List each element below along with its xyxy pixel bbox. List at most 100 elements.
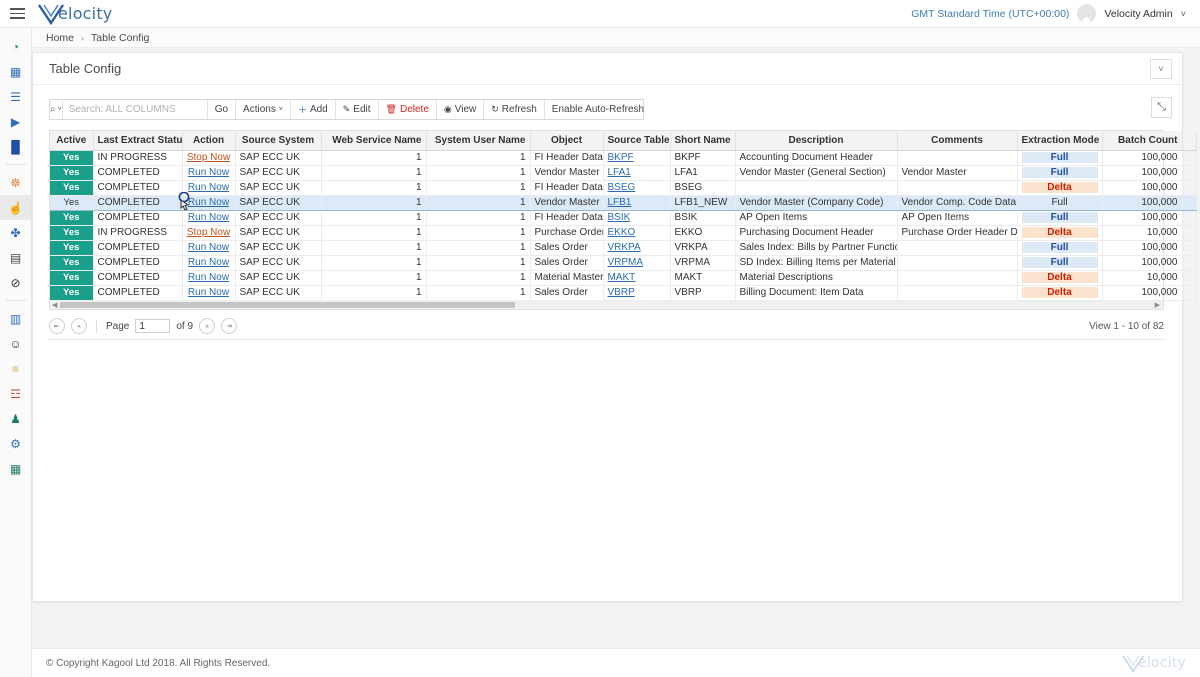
molecule-icon: ✤: [10, 225, 21, 240]
column-header-description[interactable]: Description: [735, 131, 898, 151]
user-name-label[interactable]: Velocity Admin: [1104, 8, 1172, 20]
run-now-link[interactable]: Run Now: [188, 197, 229, 208]
scroll-right-arrow-icon[interactable]: ▶: [1155, 301, 1160, 310]
cell-status: COMPLETED: [93, 210, 183, 226]
run-now-link[interactable]: Run Now: [188, 272, 229, 283]
sidebar-item-gears[interactable]: ⚙: [0, 431, 32, 456]
run-now-link[interactable]: Run Now: [188, 182, 229, 193]
sidebar-item-table-window[interactable]: ▥: [0, 306, 32, 331]
table-row[interactable]: Yes COMPLETED Run Now SAP ECC UK 1 1 Sales Ord…: [50, 255, 1197, 271]
collapse-card-button[interactable]: ˅: [1150, 58, 1172, 79]
sidebar-item-bar-chart[interactable]: █: [0, 134, 32, 159]
column-header-batch-count[interactable]: Batch Count: [1102, 131, 1183, 151]
actions-button[interactable]: Actions ˅: [235, 100, 290, 119]
chevron-down-icon[interactable]: ˅: [1181, 9, 1186, 19]
sidebar-item-grid-table[interactable]: ▦: [0, 456, 32, 481]
table-row[interactable]: Yes COMPLETED Run Now SAP ECC UK 1 1 Vendor Ma…: [50, 165, 1197, 181]
sidebar-item-users-group[interactable]: ♟: [0, 406, 32, 431]
sidebar-item-list-lines[interactable]: ≡: [0, 356, 32, 381]
source-table-link[interactable]: VRPMA: [608, 257, 644, 268]
column-header-system-user-name[interactable]: System User Name: [426, 131, 531, 151]
sidebar-item-add-user[interactable]: ☺: [0, 331, 32, 356]
table-row[interactable]: Yes COMPLETED Run Now SAP ECC UK 1 1 FI Header…: [50, 210, 1197, 226]
menu-toggle-icon[interactable]: [0, 0, 34, 28]
footer-watermark: elocity: [1121, 654, 1186, 673]
page-label: Page: [106, 320, 130, 332]
source-table-link[interactable]: LFB1: [608, 197, 632, 208]
delete-button[interactable]: 🗑 Delete: [377, 100, 436, 119]
table-row[interactable]: Yes COMPLETED Run Now SAP ECC UK 1 1 Material …: [50, 270, 1197, 286]
next-page-button[interactable]: »: [199, 318, 216, 334]
cell-short-name: VRPMA: [670, 255, 736, 271]
sidebar-item-calendar[interactable]: ▤: [0, 245, 32, 270]
go-button[interactable]: Go: [206, 100, 235, 119]
users-group-icon: ♟: [10, 411, 21, 426]
cell-active: Yes: [50, 210, 94, 226]
brand-logo[interactable]: elocity: [37, 3, 112, 25]
expand-region-button[interactable]: ⤡: [1151, 97, 1172, 118]
table-row[interactable]: Yes IN PROGRESS Stop Now SAP ECC UK 1 1 FI Hea…: [50, 150, 1197, 166]
column-header-source-system[interactable]: Source System: [235, 131, 322, 151]
column-header-extraction-mode[interactable]: Extraction Mode: [1017, 131, 1103, 151]
stop-now-link[interactable]: Stop Now: [187, 152, 230, 163]
previous-page-button[interactable]: «: [71, 318, 87, 334]
run-now-link[interactable]: Run Now: [188, 242, 229, 253]
run-now-link[interactable]: Run Now: [188, 167, 229, 178]
last-page-button[interactable]: ⇥: [221, 318, 238, 334]
source-table-link[interactable]: VBRP: [608, 287, 635, 298]
column-header-active[interactable]: Active: [50, 131, 94, 151]
sidebar-item-dashboard[interactable]: ◔: [0, 34, 32, 59]
search-input[interactable]: [62, 100, 207, 119]
page-number-input[interactable]: [135, 319, 171, 333]
scrollbar-thumb[interactable]: [60, 301, 515, 308]
refresh-button[interactable]: ↻ Refresh: [483, 100, 544, 119]
column-header-source-table[interactable]: Source Table: [603, 131, 671, 151]
sidebar-item-play[interactable]: ▶: [0, 109, 32, 134]
cell-extraction-mode: Full: [1017, 210, 1103, 226]
source-table-link[interactable]: MAKT: [608, 272, 636, 283]
sidebar-item-sliders[interactable]: ☲: [0, 381, 32, 406]
scroll-left-arrow-icon[interactable]: ◀: [52, 301, 57, 310]
table-row[interactable]: Yes COMPLETED Run Now SAP ECC UK 1 1 FI Header…: [50, 180, 1197, 196]
table-row[interactable]: Yes COMPLETED Run Now SAP ECC UK 1 1 Sales Ord…: [50, 240, 1197, 256]
edit-button[interactable]: ✎ Edit: [334, 100, 378, 119]
column-header-object[interactable]: Object: [530, 131, 604, 151]
add-button[interactable]: ＋ Add: [289, 100, 335, 119]
column-header-action[interactable]: Action: [182, 131, 236, 151]
sidebar-item-server-stack[interactable]: ☰: [0, 84, 32, 109]
sidebar-item-molecule[interactable]: ✤: [0, 220, 32, 245]
horizontal-scrollbar[interactable]: ◀ ▶: [49, 300, 1164, 310]
view-button[interactable]: ◉ View: [435, 100, 483, 119]
cell-source-system: SAP ECC UK: [235, 150, 322, 166]
sidebar-item-share-nodes[interactable]: ☸: [0, 170, 32, 195]
run-now-link[interactable]: Run Now: [188, 212, 229, 223]
table-row[interactable]: Yes COMPLETED Run Now SAP ECC UK 1 1 Vendor Ma…: [50, 194, 1197, 211]
breadcrumb-home[interactable]: Home: [46, 32, 74, 44]
sidebar-divider: [5, 164, 26, 165]
column-header-short-name[interactable]: Short Name: [670, 131, 736, 151]
run-now-link[interactable]: Run Now: [188, 257, 229, 268]
source-table-link[interactable]: EKKO: [608, 227, 636, 238]
sidebar-item-apps-grid[interactable]: ▦: [0, 59, 32, 84]
column-header-comments[interactable]: Comments: [897, 131, 1018, 151]
source-table-link[interactable]: LFA1: [608, 167, 631, 178]
source-table-link[interactable]: BSIK: [608, 212, 631, 223]
column-header-status[interactable]: Last Extract Status: [93, 131, 183, 151]
search-icon[interactable]: ⌕ ˅: [50, 100, 63, 119]
column-header-web-service-name[interactable]: Web Service Name: [321, 131, 427, 151]
cell-object: FI Header Data: [530, 180, 604, 196]
stop-now-link[interactable]: Stop Now: [187, 227, 230, 238]
first-page-button[interactable]: ⇤: [49, 318, 65, 334]
cell-action: Run Now: [182, 255, 236, 271]
sidebar-item-hand-pointer[interactable]: ☝: [0, 195, 32, 220]
source-table-link[interactable]: BKPF: [608, 152, 634, 163]
enable-auto-refresh-button[interactable]: Enable Auto-Refresh: [543, 100, 651, 119]
edit-label: Edit: [353, 104, 371, 115]
source-table-link[interactable]: BSEG: [608, 182, 636, 193]
source-table-link[interactable]: VRKPA: [608, 242, 641, 253]
table-row[interactable]: Yes IN PROGRESS Stop Now SAP ECC UK 1 1 Purcha…: [50, 225, 1197, 241]
sidebar-item-block[interactable]: ⊘: [0, 270, 32, 295]
run-now-link[interactable]: Run Now: [188, 287, 229, 298]
avatar[interactable]: [1077, 4, 1097, 23]
table-row[interactable]: Yes COMPLETED Run Now SAP ECC UK 1 1 Sales Ord…: [50, 285, 1197, 301]
